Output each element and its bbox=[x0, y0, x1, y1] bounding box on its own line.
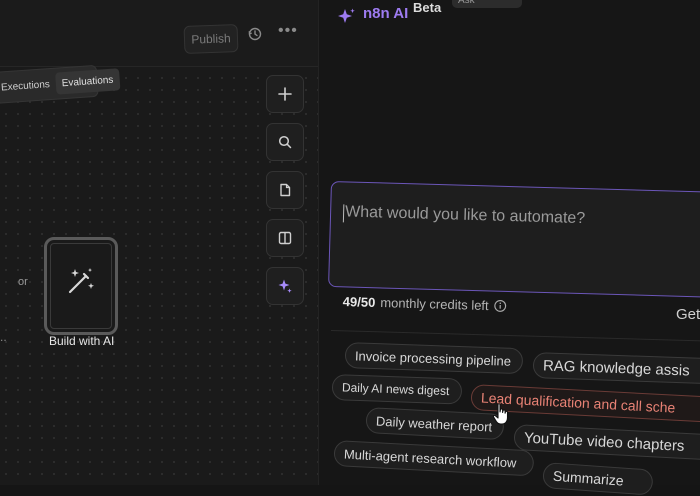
add-node-button[interactable] bbox=[266, 75, 304, 113]
tab-evaluations[interactable]: Evaluations bbox=[55, 68, 120, 94]
prompt-box[interactable] bbox=[328, 181, 700, 298]
ai-panel-title: n8n AI bbox=[363, 5, 408, 22]
tab-executions[interactable]: Executions bbox=[0, 73, 57, 99]
credits-count: 49/50 bbox=[343, 294, 376, 310]
publish-button[interactable]: Publish bbox=[184, 24, 239, 54]
toggle-panel-button[interactable] bbox=[266, 219, 304, 257]
suggestion-chip[interactable]: Daily AI news digest bbox=[332, 374, 463, 405]
search-icon bbox=[278, 135, 292, 149]
canvas-header: Publish ••• bbox=[0, 0, 318, 67]
or-label: or bbox=[18, 276, 28, 288]
more-options-icon[interactable]: ••• bbox=[278, 22, 298, 40]
magic-wand-icon bbox=[64, 264, 98, 298]
mode-toggle[interactable]: Ask bbox=[452, 0, 522, 8]
prompt-input[interactable] bbox=[343, 202, 687, 232]
get-more-credits-link[interactable]: Get bbox=[676, 306, 700, 323]
beta-badge: Beta bbox=[413, 0, 441, 15]
build-with-ai-card[interactable] bbox=[44, 237, 118, 335]
panel-icon bbox=[278, 231, 292, 245]
info-icon[interactable] bbox=[493, 299, 506, 312]
sparkle-icon bbox=[337, 7, 357, 27]
document-icon bbox=[278, 183, 292, 197]
search-nodes-button[interactable] bbox=[266, 123, 304, 161]
truncated-label: .. bbox=[0, 330, 7, 344]
sparkle-icon bbox=[277, 278, 293, 294]
hand-pointer-icon bbox=[492, 402, 512, 426]
ask-ai-button[interactable] bbox=[266, 267, 304, 305]
add-sticky-note-button[interactable] bbox=[266, 171, 304, 209]
build-with-ai-label: Build with AI bbox=[49, 334, 114, 348]
plus-icon bbox=[278, 87, 292, 101]
workflow-canvas[interactable]: Publish ••• Executions Evaluations or ..… bbox=[0, 0, 319, 485]
credits-label: monthly credits left bbox=[380, 295, 489, 313]
canvas-tabs: Executions Evaluations bbox=[0, 65, 99, 104]
history-icon[interactable] bbox=[247, 26, 263, 42]
